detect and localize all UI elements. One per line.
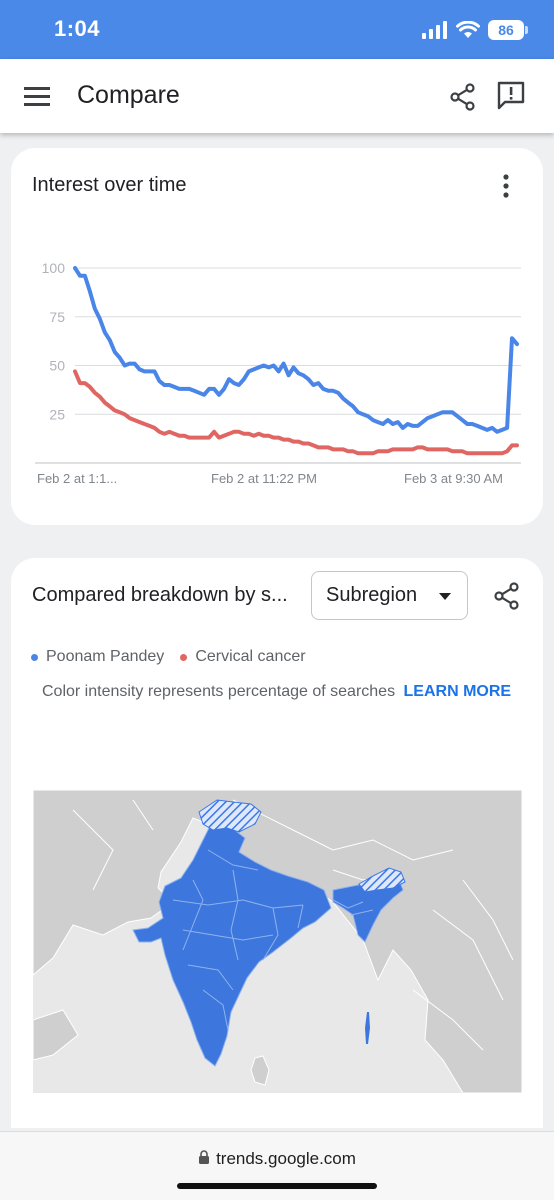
- legend-label: Poonam Pandey: [46, 648, 165, 665]
- wifi-icon: [456, 21, 480, 38]
- subregion-select-value: Subregion: [326, 584, 418, 606]
- x-tick-label: Feb 3 at 9:30 AM: [404, 471, 503, 486]
- legend-label: Cervical cancer: [195, 648, 306, 665]
- legend-dot-blue: [31, 653, 38, 661]
- learn-more-link[interactable]: LEARN MORE: [404, 683, 512, 700]
- legend-item-poonam-pandey: Poonam Pandey: [31, 648, 164, 666]
- breakdown-card-title: Compared breakdown by s...: [32, 584, 288, 606]
- app-bar: Compare: [0, 59, 554, 133]
- interest-chart: 100 75 50 25 Feb 2 at 1:1... Feb 2 at 11:22 P…: [35, 260, 521, 486]
- x-tick-label: Feb 2 at 11:22 PM: [211, 471, 317, 486]
- menu-icon[interactable]: [22, 83, 52, 109]
- series-line-poonam-pandey: [73, 266, 519, 434]
- subregion-select[interactable]: Subregion: [311, 571, 468, 620]
- caret-down-icon: [439, 593, 451, 600]
- page-title: Compare: [77, 81, 180, 109]
- browser-url-bar: trends.google.com: [0, 1131, 554, 1200]
- y-tick-label: 75: [49, 309, 65, 325]
- legend-dot-red: [180, 653, 188, 661]
- share-icon[interactable]: [448, 82, 478, 112]
- lock-icon: [199, 1150, 210, 1164]
- status-bar: 1:04 86: [0, 0, 554, 59]
- x-tick-label: Feb 2 at 1:1...: [37, 471, 117, 486]
- signal-icon: [422, 21, 447, 39]
- url-text: trends.google.com: [216, 1149, 356, 1168]
- intensity-note-text: Color intensity represents percentage of…: [42, 683, 396, 700]
- india-map: [33, 790, 522, 1093]
- feedback-icon[interactable]: [496, 80, 526, 110]
- y-tick-label: 25: [49, 406, 65, 422]
- legend: Poonam Pandey Cervical cancer: [31, 648, 306, 666]
- intensity-note: Color intensity represents percentage of…: [42, 683, 511, 701]
- y-tick-label: 100: [42, 260, 66, 276]
- status-icons: 86: [422, 19, 528, 41]
- url-display[interactable]: trends.google.com: [0, 1149, 554, 1169]
- interest-over-time-card: Interest over time 100 75 50 25 Feb 2 at 1:1…: [11, 148, 543, 525]
- breakdown-card: Compared breakdown by s... Subregion Poo…: [11, 558, 543, 1128]
- region-map[interactable]: [33, 790, 522, 1093]
- battery-icon: 86: [488, 20, 528, 40]
- status-time: 1:04: [54, 16, 101, 41]
- legend-item-cervical-cancer: Cervical cancer: [180, 648, 306, 666]
- share-icon[interactable]: [492, 581, 522, 611]
- y-tick-label: 50: [49, 358, 65, 374]
- home-indicator: [177, 1183, 377, 1189]
